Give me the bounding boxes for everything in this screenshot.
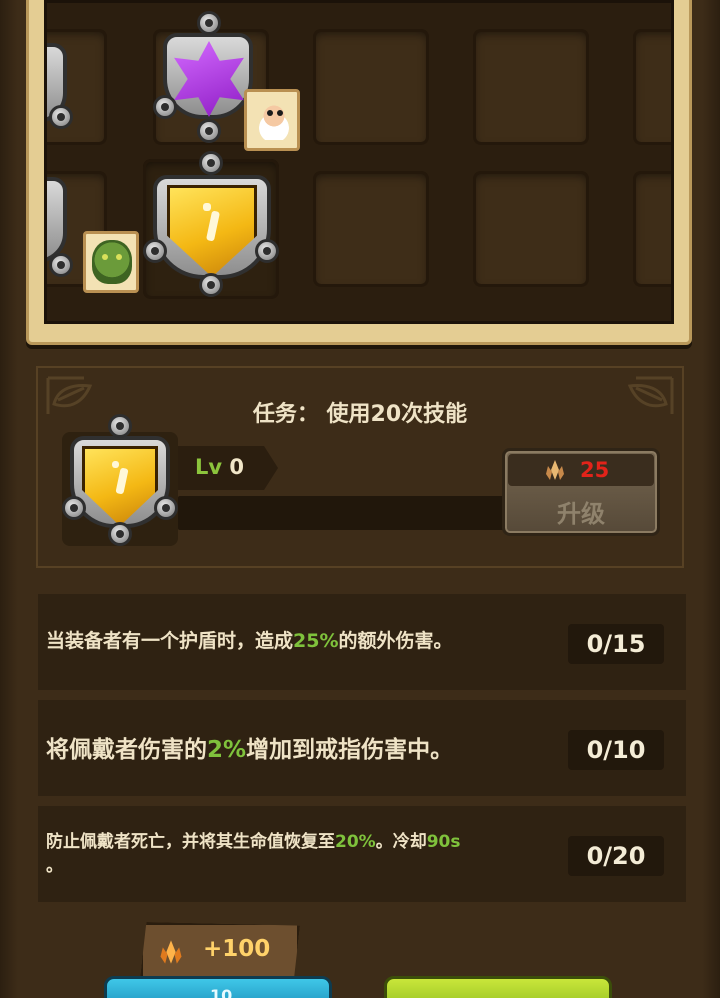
level-value: 0 — [229, 455, 245, 479]
inventory-slot[interactable] — [633, 29, 671, 145]
stat-count: 0/20 — [568, 836, 664, 876]
green-action-button[interactable] — [384, 976, 612, 998]
stat-count: 0/15 — [568, 624, 664, 664]
stat-description: 将佩戴者伤害的2%增加到戒指伤害中。 — [46, 737, 454, 763]
reward-value: +100 — [203, 936, 271, 962]
level-progress-bar — [178, 496, 508, 530]
stat-description: 当装备者有一个护盾时，造成25%的额外伤害。 — [46, 630, 453, 652]
inventory-slot[interactable] — [313, 171, 429, 287]
shield-emblem-icon[interactable] — [47, 33, 107, 133]
upgrade-cost: 25 — [580, 458, 610, 482]
blue-button-value: 10 — [210, 986, 233, 998]
shield-emblem-icon[interactable] — [143, 151, 279, 303]
crystal-icon — [160, 940, 182, 964]
stat-count: 0/10 — [568, 730, 664, 770]
inventory-slot[interactable] — [473, 29, 589, 145]
upgrade-label: 升级 — [557, 500, 605, 528]
crystal-icon — [546, 460, 564, 480]
inventory-grid — [44, 0, 674, 324]
inventory-slot[interactable] — [473, 171, 589, 287]
inventory-slot[interactable] — [313, 29, 429, 145]
level-prefix: Lv — [195, 455, 223, 479]
level-label: Lv 0 — [195, 455, 244, 479]
stat-description: 防止佩戴者死亡，并将其生命值恢复至20%。冷却90s。 — [46, 832, 461, 876]
inventory-slot[interactable] — [633, 171, 671, 287]
dwarf-portrait-icon — [244, 89, 300, 151]
shield-emblem-icon — [62, 414, 178, 548]
goblin-portrait-icon — [83, 231, 139, 293]
